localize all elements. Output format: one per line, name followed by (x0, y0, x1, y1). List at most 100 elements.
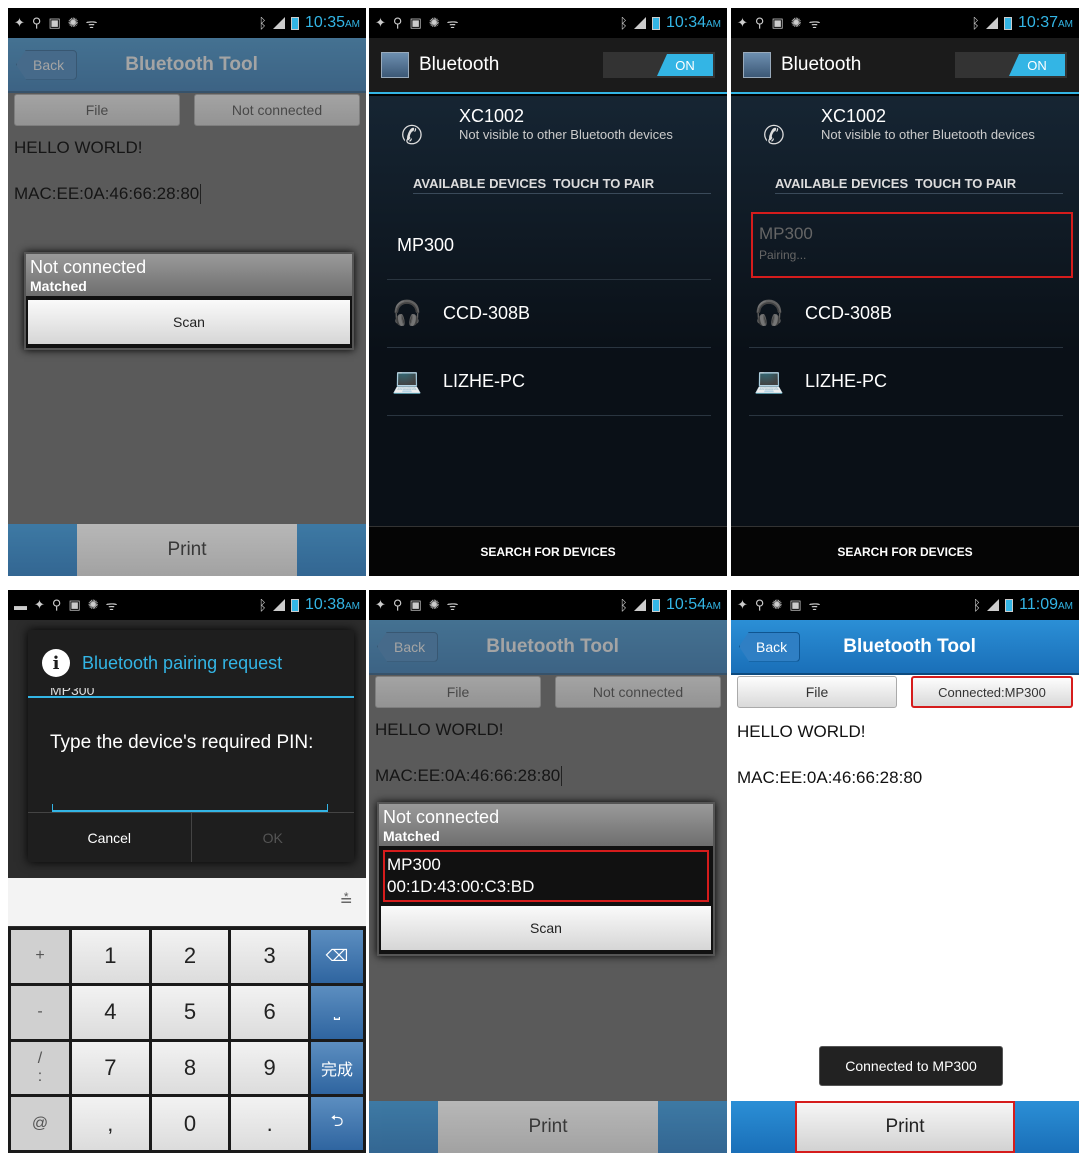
bottom-bar: Print (731, 1101, 1079, 1153)
print-button[interactable]: Print (438, 1101, 658, 1153)
bluetooth-icon: ᛒ (971, 15, 980, 31)
scan-button[interactable]: Scan (28, 300, 350, 344)
device-row-mp300[interactable]: MP300 (387, 212, 711, 280)
bluetooth-icon: ᛒ (258, 15, 267, 31)
bluetooth-header: Bluetooth ON (369, 38, 727, 94)
notification-icons: ✦ ⚲ ▣ ✺ ᯤ (737, 15, 821, 31)
device-row-ccd-308b[interactable]: 🎧 CCD-308B (387, 280, 711, 348)
settings-icon (743, 52, 771, 78)
key-3[interactable]: 3 (231, 930, 308, 983)
key-comma[interactable]: , (72, 1097, 149, 1150)
device-row-lizhe-pc[interactable]: 💻 LIZHE-PC (387, 348, 711, 416)
signal-icon (272, 17, 285, 29)
available-devices-header: AVAILABLE DEVICES TOUCH TO PAIR (775, 176, 1063, 194)
key-1[interactable]: 1 (72, 930, 149, 983)
app-header: Back Bluetooth Tool (8, 38, 366, 93)
panel-bluetooth-pairing: ✦ ⚲ ▣ ✺ ᯤ ᛒ 10:37AM Bluetooth ON ✆ XC1002 No… (731, 8, 1079, 576)
own-device-name: XC1002 (459, 106, 525, 126)
connection-status-button[interactable]: Connected:MP300 (911, 676, 1073, 708)
status-time: 10:35AM (304, 14, 360, 31)
bluetooth-header: Bluetooth ON (731, 38, 1079, 94)
key-5[interactable]: 5 (151, 985, 229, 1039)
text-line-mac[interactable]: MAC:EE:0A:46:66:28:80 (737, 768, 922, 788)
pin-input-field[interactable] (52, 804, 328, 812)
back-button[interactable]: Back (16, 49, 78, 80)
search-for-devices-button[interactable]: SEARCH FOR DEVICES (731, 526, 1079, 576)
action-buttons: File Not connected (14, 94, 360, 126)
key-dot[interactable]: . (231, 1097, 308, 1150)
back-button[interactable]: Back (377, 631, 439, 662)
notification-icons: ✦ ⚲ ✺ ▣ ᯤ (737, 597, 821, 613)
own-device[interactable]: ✆ XC1002 Not visible to other Bluetooth … (763, 106, 1051, 150)
panel-app-not-connected: ✦ ⚲ ▣ ✺ ᯤ ᛒ 10:35AM Back Bluetooth Tool File… (8, 8, 366, 576)
notification-icons: ✦ ⚲ ▣ ✺ ᯤ (14, 15, 98, 31)
status-bar: ✦ ⚲ ▣ ✺ ᯤ ᛒ 10:54AM (369, 590, 727, 620)
app-header: Back Bluetooth Tool (369, 620, 727, 675)
key-8[interactable]: 8 (151, 1041, 229, 1095)
signal-icon (987, 599, 1000, 611)
file-button[interactable]: File (737, 676, 897, 708)
matched-device-item[interactable]: MP300 00:1D:43:00:C3:BD (383, 850, 709, 902)
key-2[interactable]: 2 (151, 930, 229, 983)
key-0[interactable]: 0 (151, 1097, 229, 1150)
ok-button[interactable]: OK (190, 813, 355, 862)
back-button[interactable]: Back (739, 631, 801, 662)
key-slash-colon[interactable]: /: (11, 1041, 69, 1095)
pairing-status: Pairing... (759, 248, 807, 262)
bluetooth-icon: ᛒ (972, 597, 982, 613)
key-plus[interactable]: + (11, 930, 69, 983)
bottom-bar: Print (8, 524, 366, 576)
search-for-devices-button[interactable]: SEARCH FOR DEVICES (369, 526, 727, 576)
bluetooth-toggle[interactable]: ON (955, 52, 1067, 78)
key-7[interactable]: 7 (72, 1041, 149, 1095)
file-button[interactable]: File (375, 676, 541, 708)
info-icon: i (42, 649, 70, 677)
key-6[interactable]: 6 (231, 985, 308, 1039)
device-name: LIZHE-PC (443, 371, 526, 391)
bluetooth-icon: ᛒ (258, 597, 267, 613)
device-name: MP300 (759, 224, 813, 243)
scan-button[interactable]: Scan (381, 906, 711, 950)
app-title: Bluetooth Tool (125, 53, 258, 75)
key-minus[interactable]: - (11, 985, 69, 1039)
cancel-button[interactable]: Cancel (28, 813, 191, 862)
headphones-icon: 🎧 (754, 300, 784, 327)
status-indicators: ᛒ 10:54AM (620, 596, 721, 614)
text-line-hello: HELLO WORLD! (375, 720, 504, 739)
popup-header: Not connected Matched (379, 804, 713, 846)
hide-keyboard-icon[interactable]: ⩮ (340, 888, 352, 911)
bluetooth-toggle[interactable]: ON (603, 52, 715, 78)
available-devices-header: AVAILABLE DEVICES TOUCH TO PAIR (413, 176, 711, 194)
key-at[interactable]: @ (11, 1097, 69, 1150)
print-button[interactable]: Print (77, 524, 297, 576)
enter-icon[interactable]: ⮌ (310, 1097, 363, 1150)
own-device[interactable]: ✆ XC1002 Not visible to other Bluetooth … (401, 106, 689, 150)
signal-icon (272, 599, 285, 611)
bluetooth-device-list: ✆ XC1002 Not visible to other Bluetooth … (731, 96, 1079, 526)
connection-status-button[interactable]: Not connected (555, 676, 721, 708)
status-indicators: ᛒ 10:38AM (259, 596, 360, 614)
dialog-title: Bluetooth pairing request (82, 652, 283, 673)
pairing-dialog: i Bluetooth pairing request MP300 Type t… (28, 630, 354, 862)
device-row-mp300-pairing[interactable]: MP300 Pairing... (751, 212, 1073, 278)
key-9[interactable]: 9 (231, 1041, 308, 1095)
pin-prompt: Type the device's required PIN: (50, 732, 314, 753)
notification-icons: ▬ ✦ ⚲ ▣ ✺ ᯤ (14, 597, 118, 613)
touch-to-pair-label: TOUCH TO PAIR (553, 176, 655, 191)
key-done[interactable]: 完成 (310, 1041, 363, 1095)
backspace-icon[interactable]: ⌫ (310, 930, 363, 983)
text-line-mac[interactable]: MAC:EE:0A:46:66:28:80 (375, 766, 563, 786)
file-button[interactable]: File (14, 94, 180, 126)
text-line-hello: HELLO WORLD! (737, 722, 866, 741)
print-button[interactable]: Print (795, 1101, 1015, 1153)
battery-icon (651, 16, 660, 30)
space-icon[interactable]: ⎵ (310, 985, 363, 1039)
connection-status-button[interactable]: Not connected (194, 94, 360, 126)
device-row-lizhe-pc[interactable]: 💻 LIZHE-PC (749, 348, 1063, 416)
action-buttons: File Not connected (375, 676, 721, 708)
text-line-mac[interactable]: MAC:EE:0A:46:66:28:80 (14, 184, 202, 204)
keyboard-toolbar: ⩮ (8, 878, 366, 926)
device-row-ccd-308b[interactable]: 🎧 CCD-308B (749, 280, 1063, 348)
battery-icon (290, 598, 299, 612)
key-4[interactable]: 4 (72, 985, 149, 1039)
